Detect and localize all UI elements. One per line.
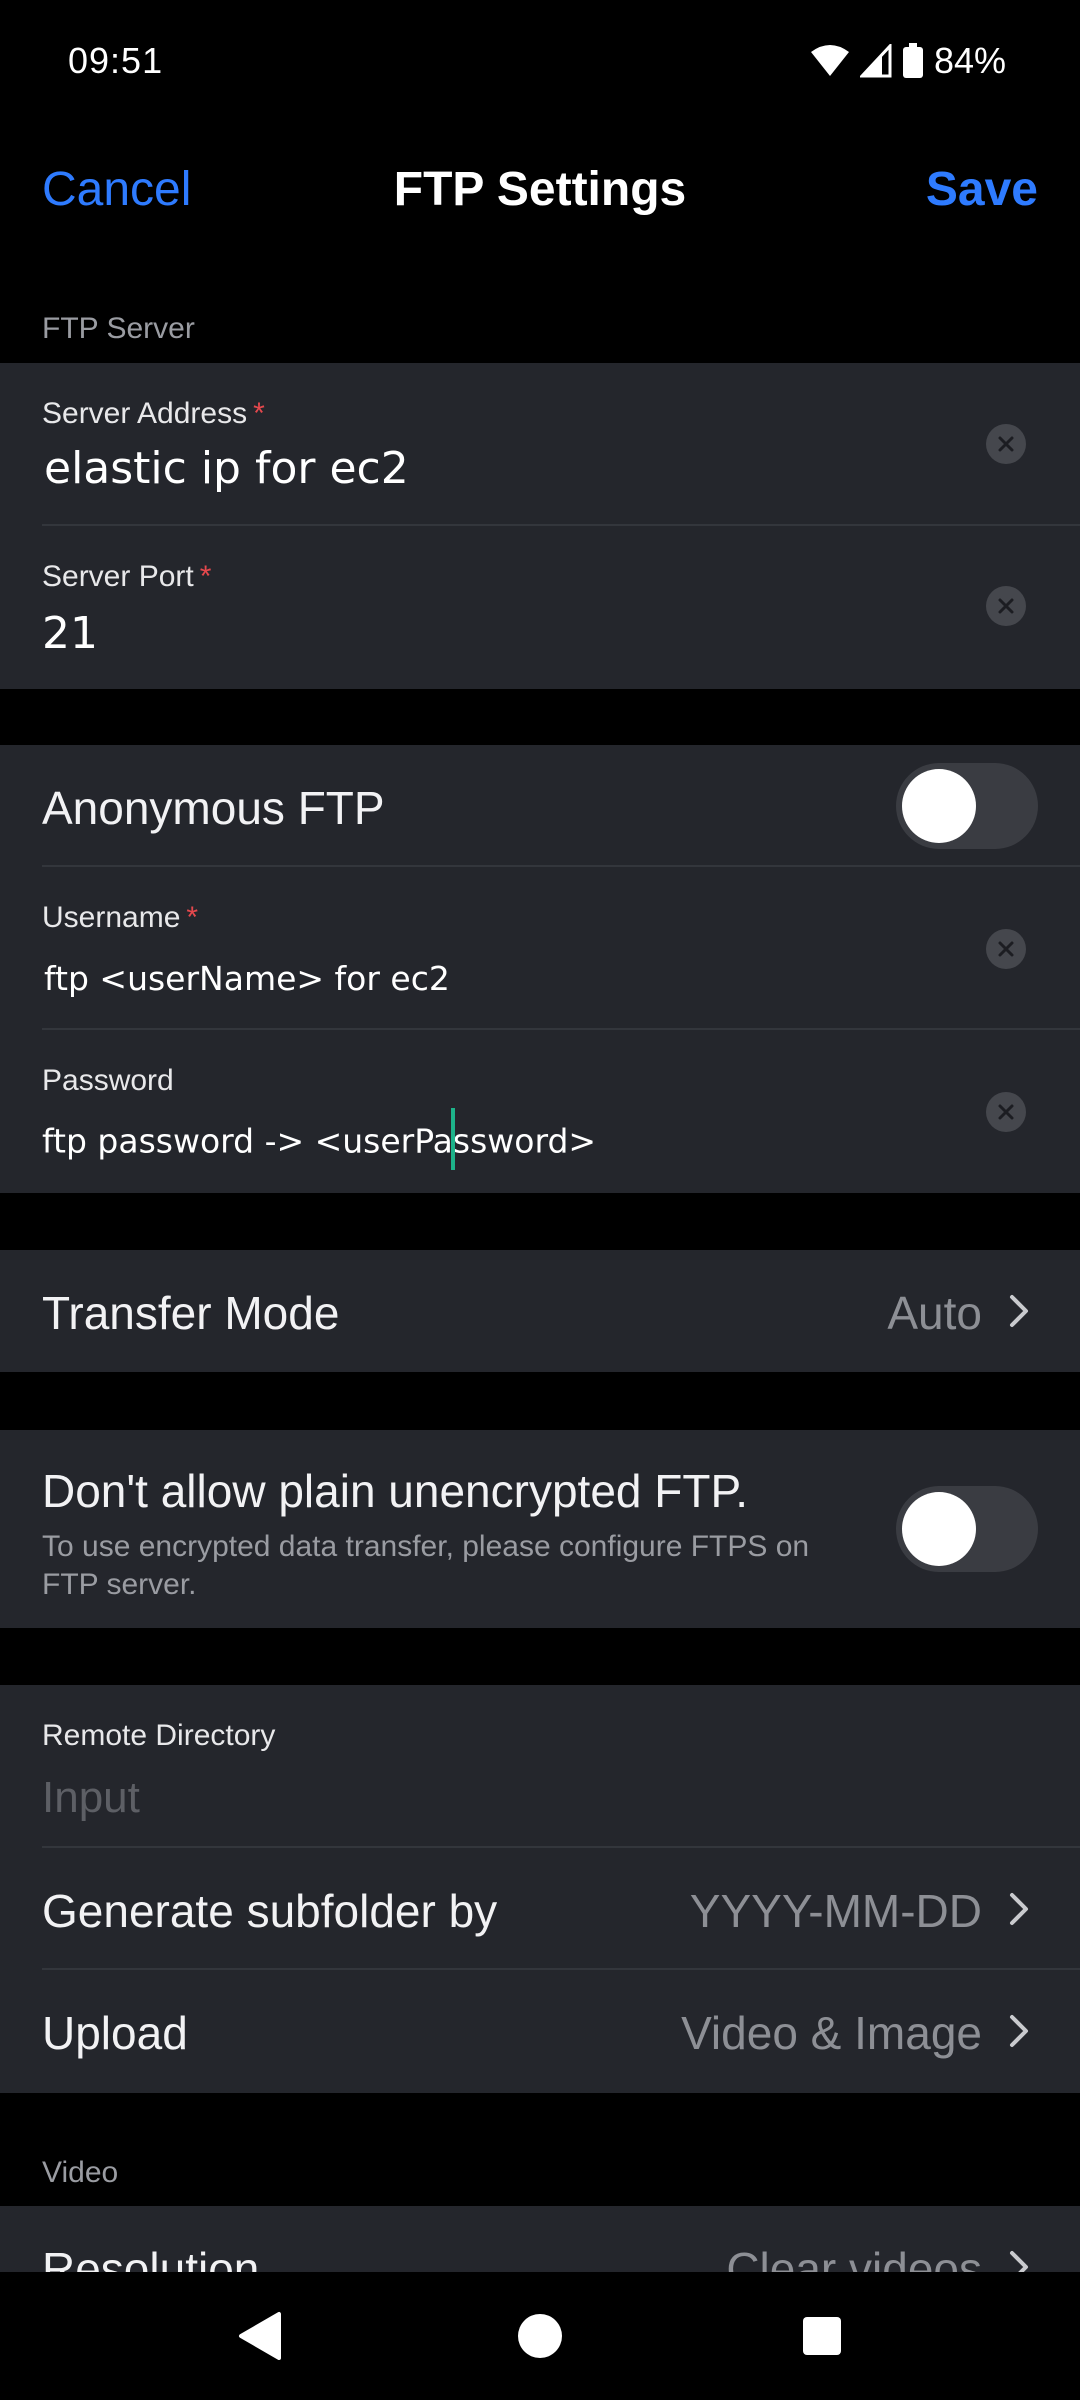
- close-icon: [998, 436, 1014, 452]
- encryption-toggle[interactable]: [896, 1486, 1038, 1572]
- server-address-label-text: Server Address: [42, 397, 248, 430]
- server-port-label: Server Port *: [42, 560, 211, 594]
- password-text-end: ssword>: [452, 1121, 597, 1161]
- transfer-mode-row[interactable]: Transfer Mode Auto: [0, 1250, 1080, 1372]
- system-navigation-bar: [0, 2272, 1080, 2400]
- back-triangle-icon: [239, 2312, 281, 2360]
- anonymous-row: Anonymous FTP: [0, 745, 1080, 867]
- status-time: 09:51: [68, 40, 164, 81]
- encryption-description: To use encrypted data transfer, please c…: [42, 1530, 810, 1601]
- signal-icon: [859, 44, 892, 78]
- transfer-mode-value: Auto: [887, 1287, 982, 1339]
- section-label-video: Video: [42, 2156, 119, 2189]
- remote-directory-input[interactable]: Input: [42, 1773, 140, 1823]
- username-input[interactable]: ftp <userName> for ec2: [44, 959, 450, 998]
- back-button[interactable]: [180, 2272, 340, 2400]
- username-row: Username * ftp <userName> for ec2: [0, 867, 1080, 1030]
- close-icon: [998, 941, 1014, 957]
- password-input[interactable]: ftp password -> <userPassword>: [42, 1108, 597, 1174]
- server-address-input[interactable]: elastic ip for ec2: [44, 443, 409, 494]
- required-mark: *: [253, 397, 265, 430]
- close-icon: [998, 1104, 1014, 1120]
- server-address-row: Server Address * elastic ip for ec2: [0, 363, 1080, 526]
- clear-port-button[interactable]: [986, 586, 1026, 626]
- required-mark: *: [186, 901, 199, 934]
- username-label: Username *: [42, 901, 198, 935]
- close-icon: [998, 598, 1014, 614]
- subfolder-row[interactable]: Generate subfolder by YYYY-MM-DD: [0, 1848, 1080, 1970]
- home-circle-icon: [518, 2314, 562, 2358]
- toggle-knob: [902, 769, 976, 843]
- remote-directory-row: Remote Directory Input: [0, 1685, 1080, 1848]
- page-title: FTP Settings: [393, 163, 687, 216]
- toggle-knob: [902, 1492, 976, 1566]
- subfolder-value: YYYY-MM-DD: [689, 1885, 982, 1937]
- upload-row[interactable]: Upload Video & Image: [0, 1970, 1080, 2093]
- cancel-button[interactable]: Cancel: [42, 162, 191, 217]
- status-icons: 84%: [810, 40, 1006, 82]
- auth-group: Anonymous FTP Username * ftp <userName> f…: [0, 745, 1080, 1193]
- anonymous-toggle[interactable]: [896, 763, 1038, 849]
- upload-label: Upload: [42, 2007, 188, 2059]
- save-button[interactable]: Save: [926, 162, 1038, 217]
- recents-button[interactable]: [742, 2272, 902, 2400]
- password-label: Password: [42, 1064, 174, 1097]
- remote-group: Remote Directory Input Generate subfolde…: [0, 1685, 1080, 2093]
- server-port-label-text: Server Port: [42, 560, 194, 593]
- battery-percent: 84%: [933, 40, 1006, 81]
- server-address-label: Server Address *: [42, 397, 265, 431]
- top-navbar: Cancel FTP Settings Save: [0, 148, 1080, 238]
- clear-password-button[interactable]: [986, 1092, 1026, 1132]
- battery-icon: [902, 43, 924, 79]
- chevron-right-icon: [1010, 1893, 1028, 1925]
- wifi-icon: [810, 44, 850, 78]
- encryption-title: Don't allow plain unencrypted FTP.: [42, 1465, 748, 1517]
- transfer-mode-label: Transfer Mode: [42, 1287, 340, 1339]
- text-cursor: [450, 1108, 455, 1170]
- server-group: Server Address * elastic ip for ec2 Serve…: [0, 363, 1080, 689]
- home-button[interactable]: [460, 2272, 620, 2400]
- password-row: Password ftp password -> <userPassword>: [0, 1030, 1080, 1193]
- recents-square-icon: [803, 2317, 841, 2355]
- status-bar: 09:51 84%: [0, 0, 1080, 128]
- username-label-text: Username: [42, 901, 181, 934]
- chevron-right-icon: [1010, 1295, 1028, 1327]
- section-label-ftp-server: FTP Server: [42, 312, 195, 345]
- clear-username-button[interactable]: [986, 929, 1026, 969]
- encryption-group: Don't allow plain unencrypted FTP. To us…: [0, 1430, 1080, 1628]
- anonymous-label: Anonymous FTP: [42, 782, 385, 834]
- remote-directory-label: Remote Directory: [42, 1719, 276, 1752]
- password-text-start: ftp password -> <userPa: [42, 1121, 453, 1161]
- subfolder-label: Generate subfolder by: [42, 1885, 498, 1937]
- clear-address-button[interactable]: [986, 424, 1026, 464]
- chevron-right-icon: [1010, 2015, 1028, 2047]
- server-port-row: Server Port * 21: [0, 526, 1080, 689]
- server-port-input[interactable]: 21: [42, 608, 98, 659]
- required-mark: *: [199, 560, 212, 593]
- upload-value: Video & Image: [681, 2007, 982, 2059]
